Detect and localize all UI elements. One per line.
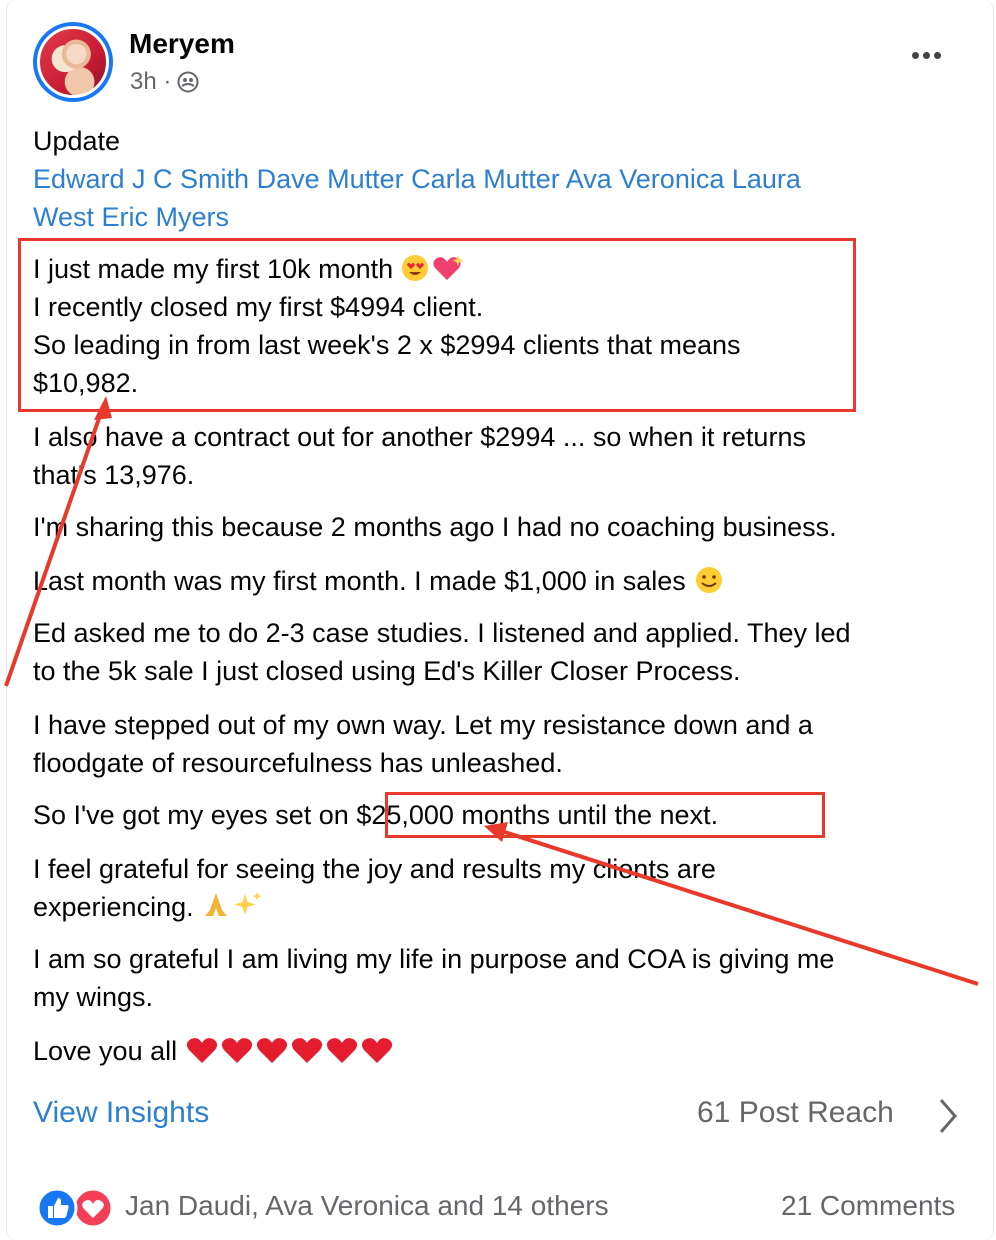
annotation-arrows: [4, 396, 979, 986]
